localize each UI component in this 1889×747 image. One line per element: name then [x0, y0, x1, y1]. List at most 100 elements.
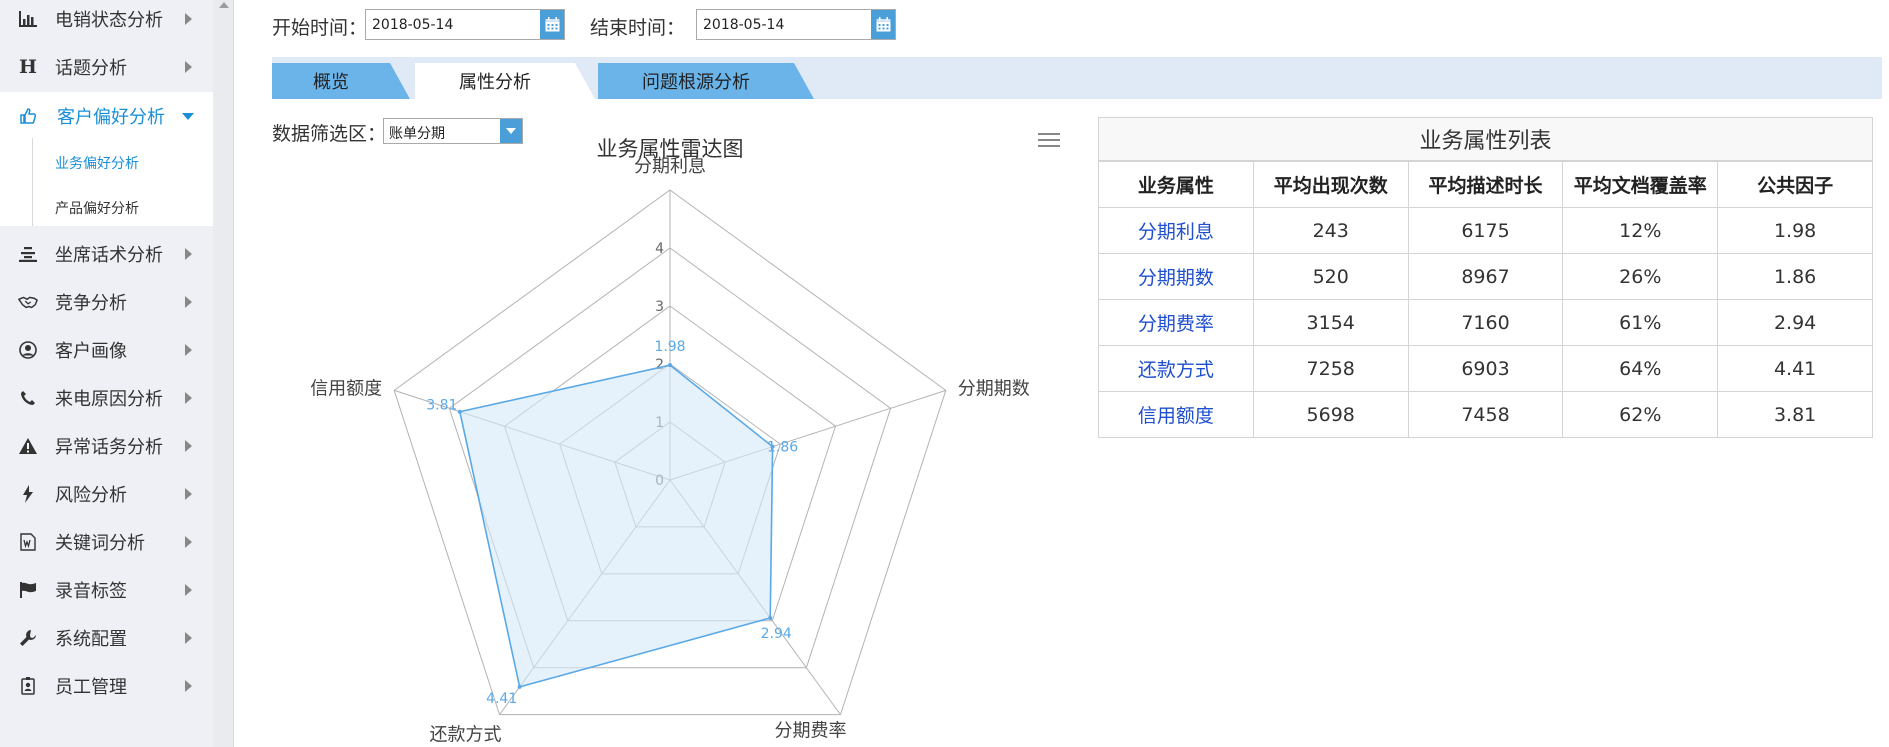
sidebar-item-label: 来电原因分析 — [55, 389, 163, 410]
submenu: 业务偏好分析 产品偏好分析 — [0, 138, 213, 226]
sidebar-item-label: 客户画像 — [55, 341, 127, 362]
scroll-up-arrow-icon[interactable] — [219, 2, 229, 8]
sidebar-item-call-reason[interactable]: 来电原因分析 — [0, 374, 213, 422]
submenu-divider — [32, 138, 33, 226]
table-cell: 64% — [1562, 345, 1719, 392]
user-circle-icon — [18, 340, 38, 360]
attribute-table: 业务属性 平均出现次数 平均描述时长 平均文档覆盖率 公共因子 分期利息 243… — [1098, 161, 1873, 438]
column-header: 平均描述时长 — [1407, 161, 1564, 208]
chevron-down-icon — [182, 112, 194, 120]
table-cell: 12% — [1562, 207, 1719, 254]
calendar-icon[interactable] — [871, 10, 895, 39]
radar-data-label: 2.94 — [761, 626, 792, 642]
radar-indicator-label: 信用额度 — [310, 378, 382, 399]
radar-indicator-label: 分期费率 — [774, 721, 846, 742]
table-cell: 2.94 — [1717, 299, 1873, 346]
attribute-link[interactable]: 还款方式 — [1098, 345, 1254, 392]
chevron-right-icon — [185, 296, 192, 308]
sidebar-item-label: 电销状态分析 — [55, 10, 163, 31]
bar-chart-icon — [18, 9, 38, 29]
attribute-link[interactable]: 分期利息 — [1098, 207, 1254, 254]
sidebar-item-competition[interactable]: 竞争分析 — [0, 278, 213, 326]
radar-data-point — [457, 409, 462, 414]
radar-data-label: 1.86 — [767, 440, 798, 456]
sidebar-item-label: 坐席话术分析 — [55, 245, 163, 266]
end-date-input[interactable] — [697, 10, 867, 39]
chevron-right-icon — [185, 632, 192, 644]
flag-icon — [18, 580, 38, 600]
sidebar-item-customer-preference[interactable]: 客户偏好分析 — [0, 92, 213, 140]
table-cell: 62% — [1562, 391, 1719, 438]
sidebar-item-label: 异常话务分析 — [55, 437, 163, 458]
start-date-field[interactable] — [365, 9, 565, 40]
chevron-right-icon — [185, 584, 192, 596]
radar-data-label: 1.98 — [654, 339, 685, 355]
sidebar-item-label: 竞争分析 — [55, 293, 127, 314]
sidebar-item-label: 关键词分析 — [55, 533, 145, 554]
radar-data-label: 4.41 — [486, 691, 517, 707]
sidebar-item-label: 风险分析 — [55, 485, 127, 506]
sidebar-item-keyword[interactable]: 关键词分析 — [0, 518, 213, 566]
wrench-icon — [18, 628, 38, 648]
radar-data-label: 3.81 — [426, 398, 457, 414]
tab-bar: 概览 属性分析 问题根源分析 — [272, 57, 1882, 99]
sidebar-item-risk[interactable]: 风险分析 — [0, 470, 213, 518]
column-header: 平均文档覆盖率 — [1562, 161, 1719, 208]
tab-root-cause-analysis[interactable]: 问题根源分析 — [598, 63, 794, 99]
tab-overview[interactable]: 概览 — [272, 63, 390, 99]
align-center-icon — [18, 244, 38, 264]
start-date-input[interactable] — [366, 10, 536, 39]
chevron-right-icon — [185, 248, 192, 260]
calendar-icon[interactable] — [540, 10, 564, 39]
start-time-label: 开始时间： — [272, 17, 368, 39]
chevron-right-icon — [185, 488, 192, 500]
radar-data-point — [768, 615, 773, 620]
table-cell: 243 — [1252, 207, 1409, 254]
table-cell: 3154 — [1252, 299, 1409, 346]
end-date-field[interactable] — [696, 9, 896, 40]
radar-indicator-label: 分期利息 — [634, 156, 706, 177]
table-cell: 26% — [1562, 253, 1719, 300]
radar-series: 1.98 1.86 2.94 4.41 3.81 — [426, 339, 798, 707]
radar-indicator-label: 还款方式 — [430, 725, 502, 746]
radar-indicator-label: 分期期数 — [958, 378, 1030, 399]
column-header: 业务属性 — [1098, 161, 1254, 208]
radar-chart: 业务属性雷达图 01234 1.981.862.944.413.81 分期利息分… — [310, 137, 1030, 746]
warning-icon — [18, 436, 38, 456]
sidebar-item-topic[interactable]: H 话题分析 — [0, 43, 213, 91]
heading-icon: H — [19, 56, 37, 78]
table-cell: 61% — [1562, 299, 1719, 346]
tab-attribute-analysis[interactable]: 属性分析 — [415, 63, 575, 99]
attribute-link[interactable]: 信用额度 — [1098, 391, 1254, 438]
sidebar-item-label: 系统配置 — [55, 629, 127, 650]
column-header: 平均出现次数 — [1252, 161, 1409, 208]
attribute-link[interactable]: 分期期数 — [1098, 253, 1254, 300]
attribute-table-panel: 业务属性列表 业务属性 平均出现次数 平均描述时长 平均文档覆盖率 公共因子 分… — [1098, 117, 1873, 438]
sidebar-item-staff-management[interactable]: 员工管理 — [0, 662, 213, 710]
table-cell: 4.41 — [1717, 345, 1873, 392]
sidebar-item-recording-tag[interactable]: 录音标签 — [0, 566, 213, 614]
submenu-item-product-preference[interactable]: 产品偏好分析 — [55, 198, 139, 218]
chevron-right-icon — [185, 13, 192, 25]
table-row: 还款方式 7258 6903 64% 4.41 — [1098, 345, 1873, 392]
table-title: 业务属性列表 — [1098, 117, 1873, 161]
radar-series-area — [458, 364, 774, 688]
attribute-link[interactable]: 分期费率 — [1098, 299, 1254, 346]
table-cell: 5698 — [1252, 391, 1409, 438]
handshake-icon — [18, 292, 38, 312]
sidebar-item-label: 录音标签 — [55, 581, 127, 602]
table-cell: 520 — [1252, 253, 1409, 300]
sidebar-item-system-config[interactable]: 系统配置 — [0, 614, 213, 662]
submenu-item-business-preference[interactable]: 业务偏好分析 — [55, 153, 139, 173]
sidebar-item-abnormal-call[interactable]: 异常话务分析 — [0, 422, 213, 470]
sidebar-item-agent-script[interactable]: 坐席话术分析 — [0, 230, 213, 278]
sidebar-item-customer-profile[interactable]: 客户画像 — [0, 326, 213, 374]
table-cell: 7258 — [1252, 345, 1409, 392]
table-cell: 8967 — [1407, 253, 1564, 300]
table-header-row: 业务属性 平均出现次数 平均描述时长 平均文档覆盖率 公共因子 — [1098, 161, 1873, 208]
sidebar-item-label: 员工管理 — [55, 677, 127, 698]
chevron-right-icon — [185, 440, 192, 452]
sidebar-item-sales-status[interactable]: 电销状态分析 — [0, 0, 213, 43]
end-time-label: 结束时间： — [590, 17, 686, 39]
word-doc-icon — [18, 532, 38, 552]
